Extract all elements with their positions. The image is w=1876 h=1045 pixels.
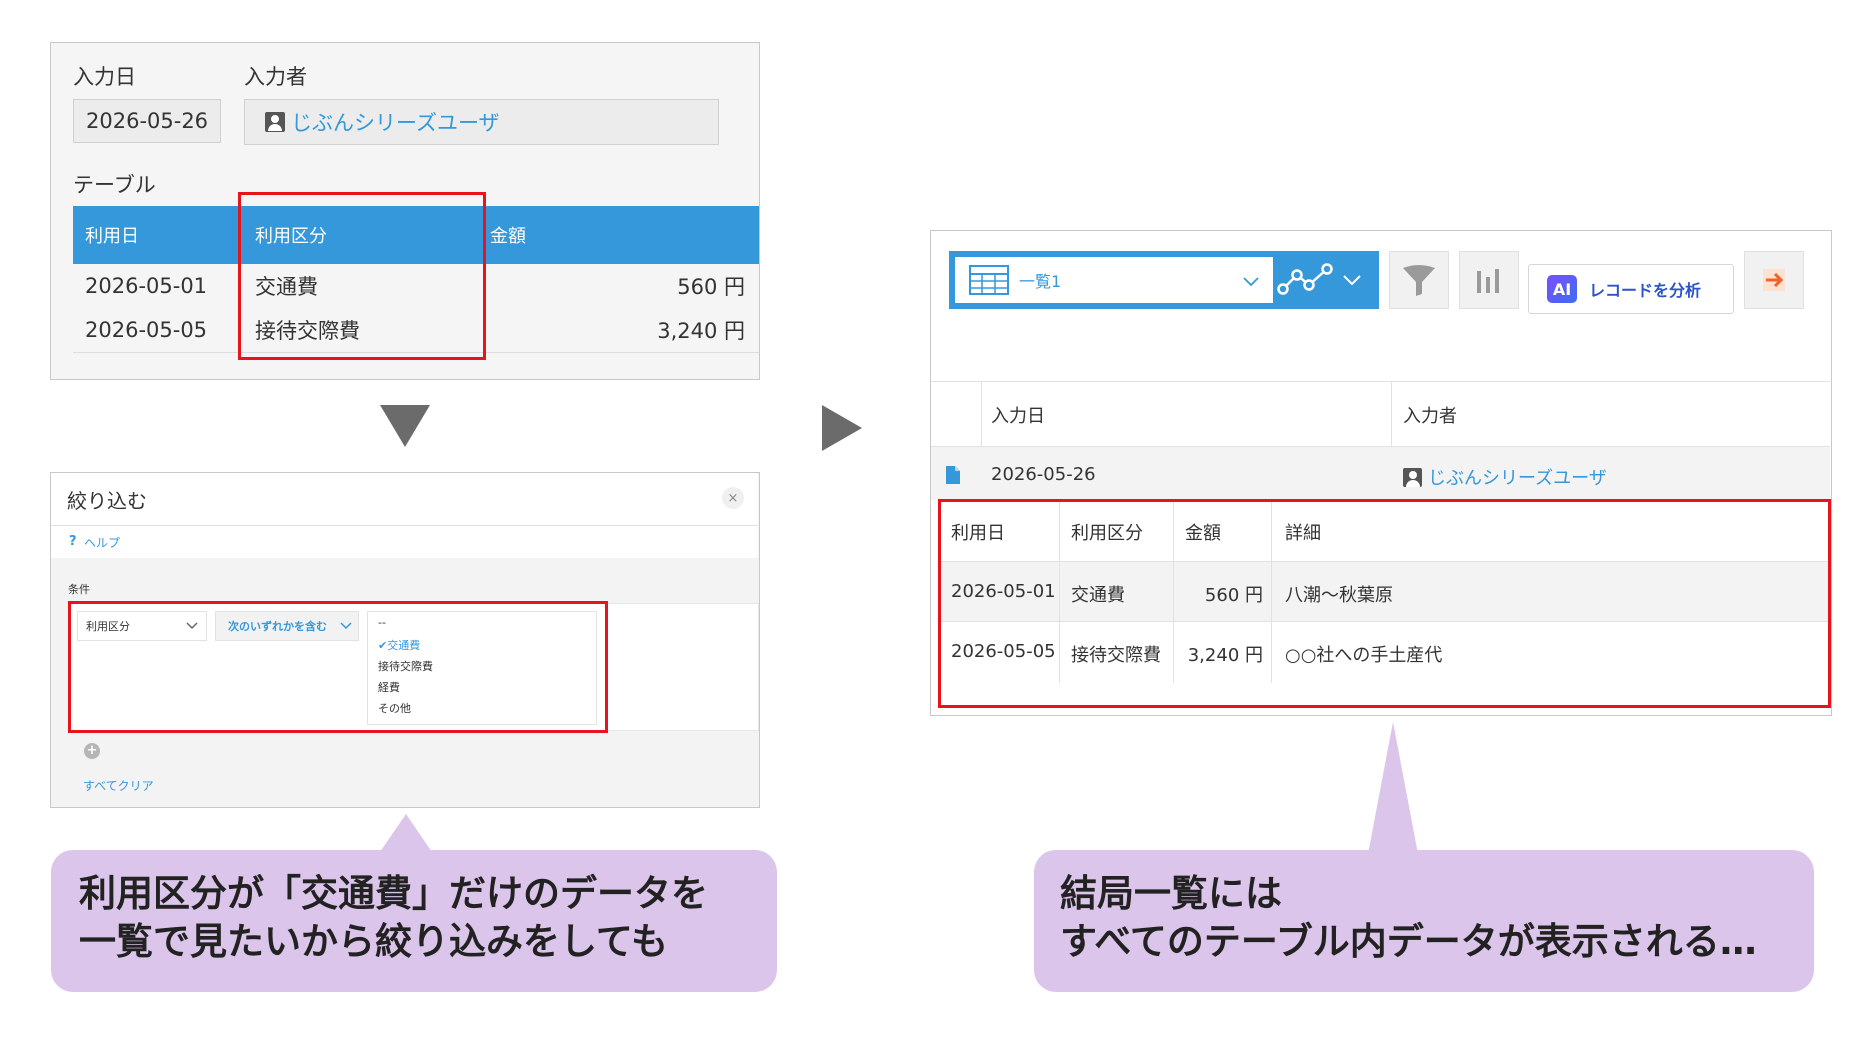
filter-title: 絞り込む (67, 489, 147, 513)
record-row[interactable]: 2026-05-26 じぶんシリーズユーザ (931, 446, 1830, 500)
chevron-down-icon (1243, 277, 1259, 287)
col-amount-header: 金額 (490, 226, 526, 247)
row-amount: 560 円 (677, 275, 745, 299)
category-column-highlight (238, 192, 486, 360)
left-callout-line2: 一覧で見たいから絞り込みをしても (79, 920, 669, 963)
help-link[interactable]: ヘルプ (84, 534, 120, 551)
graph-icon[interactable] (1277, 261, 1339, 299)
callout-pointer (380, 814, 432, 852)
col-user-header: 入力者 (1403, 406, 1457, 427)
export-button[interactable] (1744, 251, 1804, 309)
help-row: ? ヘルプ (51, 526, 758, 558)
record-detail-icon[interactable] (945, 465, 961, 485)
table-view-icon (969, 265, 1009, 295)
analyze-records-button[interactable]: AI レコードを分析 (1528, 264, 1734, 314)
date-value: 2026-05-26 (73, 99, 221, 143)
filter-button[interactable] (1389, 251, 1449, 309)
clear-all-link[interactable]: すべてクリア (83, 777, 154, 794)
callout-pointer (1368, 722, 1418, 854)
user-icon (1403, 467, 1422, 487)
chart-button[interactable] (1459, 251, 1519, 309)
record-date: 2026-05-26 (991, 464, 1096, 485)
user-label: 入力者 (244, 65, 307, 89)
left-callout-line1: 利用区分が「交通費」だけのデータを (79, 872, 708, 915)
col-date-header: 利用日 (85, 226, 139, 247)
right-callout-line2: すべてのテーブル内データが表示される… (1060, 920, 1757, 963)
user-field: じぶんシリーズユーザ (244, 99, 719, 145)
list-header-row: 入力日 入力者 (931, 382, 1830, 446)
filter-icon (1403, 265, 1435, 296)
col-date-header: 入力日 (991, 406, 1045, 427)
ai-icon: AI (1547, 275, 1577, 303)
view-name: 一覧1 (1019, 272, 1062, 291)
filter-condition-highlight (68, 601, 608, 733)
right-callout-line1: 結局一覧には (1060, 872, 1282, 915)
export-icon (1763, 269, 1785, 291)
row-date: 2026-05-05 (85, 318, 208, 342)
left-callout: 利用区分が「交通費」だけのデータを 一覧で見たいから絞り込みをしても (51, 850, 777, 992)
help-icon: ? (69, 534, 77, 549)
row-date: 2026-05-01 (85, 274, 208, 298)
record-user[interactable]: じぶんシリーズユーザ (1403, 464, 1607, 490)
divider (981, 382, 982, 446)
record-user-link: じぶんシリーズユーザ (1428, 468, 1607, 489)
subtable-highlight (938, 499, 1831, 708)
right-arrow-icon (822, 405, 862, 451)
row-amount: 3,240 円 (657, 319, 745, 343)
chevron-down-icon[interactable] (1343, 275, 1361, 287)
date-label: 入力日 (73, 65, 136, 89)
filter-dialog-header: 絞り込む × (51, 473, 758, 526)
user-icon (265, 112, 285, 132)
analyze-label: レコードを分析 (1589, 281, 1702, 300)
view-dropdown[interactable]: 一覧1 (955, 257, 1273, 303)
condition-label: 条件 (68, 583, 90, 596)
table-label: テーブル (73, 173, 156, 197)
down-arrow-icon (380, 405, 430, 447)
divider (1391, 382, 1392, 446)
right-callout: 結局一覧には すべてのテーブル内データが表示される… (1034, 850, 1814, 992)
close-button[interactable]: × (722, 487, 744, 509)
bar-chart-icon (1477, 269, 1499, 293)
add-condition-icon[interactable]: + (84, 743, 100, 759)
user-link[interactable]: じぶんシリーズユーザ (291, 107, 500, 137)
